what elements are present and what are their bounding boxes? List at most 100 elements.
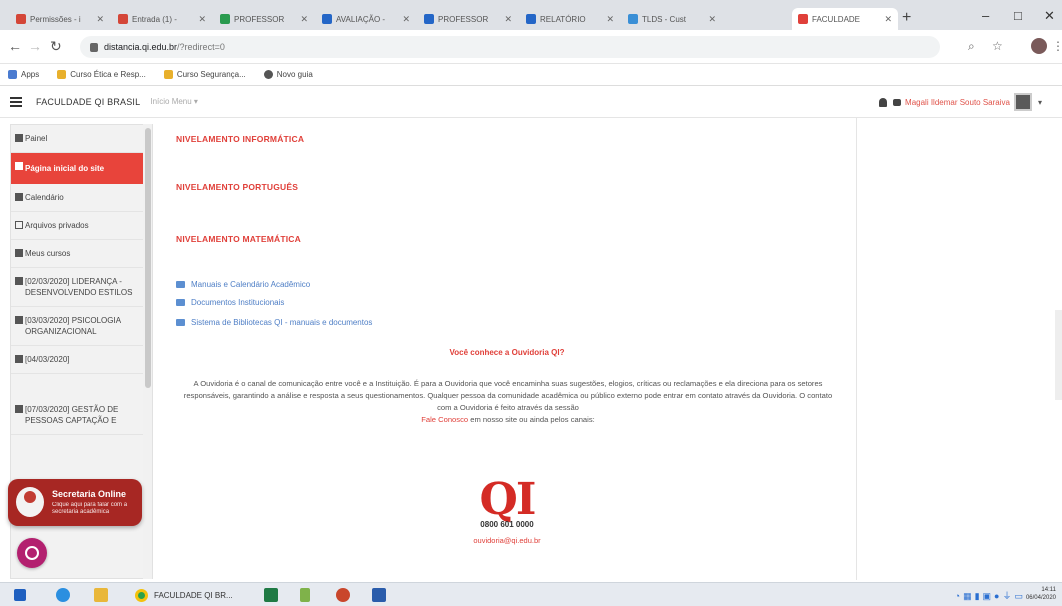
zoom-icon[interactable]: ⌕ <box>968 39 975 54</box>
folder-link-label: Documentos Institucionais <box>191 298 285 307</box>
url-host: distancia.qi.edu.br <box>104 42 178 52</box>
drawer-item-course[interactable]: [07/03/2020] GESTÃO DE PESSOAS CAPTAÇÃO … <box>11 374 152 435</box>
browser-tab[interactable]: Entrada (1) - ✕ <box>112 8 212 30</box>
internet-explorer-icon[interactable] <box>56 588 70 602</box>
folder-icon <box>176 319 185 326</box>
dashboard-icon <box>15 134 23 142</box>
graduation-cap-icon <box>15 316 23 324</box>
clock-time: 14:11 <box>1041 587 1056 593</box>
menu-dots-icon[interactable]: ⋮ <box>1052 39 1062 53</box>
gmail-icon <box>16 14 26 24</box>
close-tab-icon[interactable]: ✕ <box>300 14 308 25</box>
drawer-item-course[interactable]: [04/03/2020] <box>11 346 152 374</box>
close-tab-icon[interactable]: ✕ <box>708 14 716 25</box>
back-icon[interactable]: ← <box>8 38 22 54</box>
graduation-cap-icon <box>15 277 23 285</box>
close-tab-icon[interactable]: ✕ <box>198 14 206 25</box>
reload-icon[interactable]: ↻ <box>50 38 62 55</box>
browser-tab-active[interactable]: FACULDADE ✕ <box>792 8 898 30</box>
browser-tab[interactable]: AVALIAÇÃO - ✕ <box>316 8 416 30</box>
profile-avatar[interactable] <box>1031 38 1047 54</box>
messages-icon[interactable] <box>893 98 902 106</box>
browser-tab[interactable]: RELATÓRIO ✕ <box>520 8 620 30</box>
maximize-icon[interactable]: □ <box>1014 8 1022 23</box>
system-tray-icons[interactable]: ◔▦▮▣●⏚▭ <box>955 589 1026 602</box>
user-name[interactable]: Magali Ildemar Souto Saraiva <box>905 98 1010 107</box>
close-tab-icon[interactable]: ✕ <box>504 14 512 25</box>
secretaria-online-widget[interactable]: Secretaria Online Clique aqui para falar… <box>8 479 142 526</box>
drawer-item-my-courses[interactable]: Meus cursos <box>11 240 152 268</box>
notification-bell-icon[interactable] <box>879 97 888 107</box>
drawer-scroll-thumb[interactable] <box>145 128 151 388</box>
close-tab-icon[interactable]: ✕ <box>96 14 104 25</box>
nivelamento-informatica-link[interactable]: NIVELAMENTO INFORMÁTICA <box>176 134 304 144</box>
powerpoint-icon[interactable] <box>336 588 350 602</box>
drawer-item-course[interactable]: [02/03/2020] LIDERANÇA - DESENVOLVENDO E… <box>11 268 152 307</box>
new-tab-icon[interactable]: + <box>902 9 911 27</box>
minimize-icon[interactable]: – <box>982 8 989 23</box>
windows-start-icon[interactable] <box>14 589 26 601</box>
excel-icon[interactable] <box>264 588 278 602</box>
folder-link[interactable]: Documentos Institucionais <box>176 298 284 307</box>
taskbar-clock[interactable]: 14:11 06/04/2020 <box>1026 586 1056 602</box>
drawer-item-calendar[interactable]: Calendário <box>11 184 152 212</box>
tab-title: Entrada (1) - <box>132 14 177 24</box>
user-avatar[interactable] <box>1013 93 1032 111</box>
folder-link[interactable]: Manuais e Calendário Acadêmico <box>176 280 310 289</box>
browser-tab[interactable]: Permissões - i ✕ <box>10 8 110 30</box>
nivelamento-matematica-link[interactable]: NIVELAMENTO MATEMÁTICA <box>176 234 301 244</box>
ouvidoria-paragraph: A Ouvidoria é o canal de comunicação ent… <box>183 379 833 412</box>
bookmark-item[interactable]: Curso Segurança... <box>163 70 246 79</box>
folder-icon <box>176 299 185 306</box>
gmail-icon <box>118 14 128 24</box>
folder-link-label: Manuais e Calendário Acadêmico <box>191 280 311 289</box>
chat-bubble-icon[interactable] <box>17 538 47 568</box>
ouvidoria-tail: em nosso site ou ainda pelos canais: <box>470 415 595 424</box>
drawer-item-site-home[interactable]: Página inicial do site <box>11 153 152 184</box>
browser-tab[interactable]: PROFESSOR ✕ <box>214 8 314 30</box>
ouvidoria-email[interactable]: ouvidoria@qi.edu.br <box>158 536 856 545</box>
main-content: NIVELAMENTO INFORMÁTICA NIVELAMENTO PORT… <box>158 118 856 580</box>
word-icon[interactable] <box>372 588 386 602</box>
bookmark-item[interactable]: Curso Ética e Resp... <box>57 70 146 79</box>
bookmark-apps[interactable]: Apps <box>8 70 39 79</box>
bookmark-item[interactable]: Novo guia <box>263 70 313 79</box>
taskbar-chrome-app[interactable]: FACULDADE QI BR... <box>135 585 233 605</box>
fale-conosco-link[interactable]: Fale Conosco <box>421 415 468 424</box>
hamburger-menu-icon[interactable] <box>10 96 22 107</box>
close-tab-icon[interactable]: ✕ <box>402 14 410 25</box>
browser-tab[interactable]: PROFESSOR ✕ <box>418 8 518 30</box>
nivelamento-portugues-link[interactable]: NIVELAMENTO PORTUGUÊS <box>176 182 298 192</box>
docs-icon <box>322 14 332 24</box>
tab-title: Permissões - i <box>30 14 81 24</box>
drawer-item-course[interactable]: [03/03/2020] PSICOLOGIA ORGANIZACIONAL <box>11 307 152 346</box>
bookmark-star-icon[interactable]: ☆ <box>992 39 1003 53</box>
drive-icon <box>220 14 230 24</box>
close-tab-icon[interactable]: ✕ <box>884 14 892 25</box>
graduation-cap-icon <box>15 405 23 413</box>
close-tab-icon[interactable]: ✕ <box>606 14 614 25</box>
url-path: /?redirect=0 <box>177 42 225 52</box>
url-input[interactable]: distancia.qi.edu.br/?redirect=0 <box>80 36 940 58</box>
graduation-cap-icon <box>15 249 23 257</box>
page-scrollbar[interactable] <box>1055 310 1062 400</box>
qi-favicon-icon <box>798 14 808 24</box>
site-navbar: FACULDADE QI BRASIL Início Menu ▾ Magali… <box>0 86 1062 118</box>
drawer-item-label: Página inicial do site <box>25 164 105 173</box>
drawer-item-private-files[interactable]: Arquivos privados <box>11 212 152 240</box>
custom-menu[interactable]: Início Menu ▾ <box>150 97 198 106</box>
file-explorer-icon[interactable] <box>94 588 108 602</box>
close-window-icon[interactable]: ✕ <box>1044 8 1055 24</box>
checkmark-app-icon[interactable] <box>300 588 310 602</box>
chevron-down-icon[interactable]: ▾ <box>1038 98 1042 107</box>
browser-tab[interactable]: TLDS - Cust ✕ <box>622 8 722 30</box>
calendar-icon <box>15 193 23 201</box>
tab-title: FACULDADE <box>812 14 861 24</box>
site-icon <box>628 14 638 24</box>
forward-icon[interactable]: → <box>28 38 42 54</box>
folder-link[interactable]: Sistema de Bibliotecas QI - manuais e do… <box>176 318 372 327</box>
drawer-item-painel[interactable]: Painel <box>11 125 152 153</box>
ouvidoria-heading: Você conhece a Ouvidoria QI? <box>449 348 565 357</box>
bookmark-site-icon <box>163 70 173 79</box>
site-name[interactable]: FACULDADE QI BRASIL <box>36 97 140 107</box>
